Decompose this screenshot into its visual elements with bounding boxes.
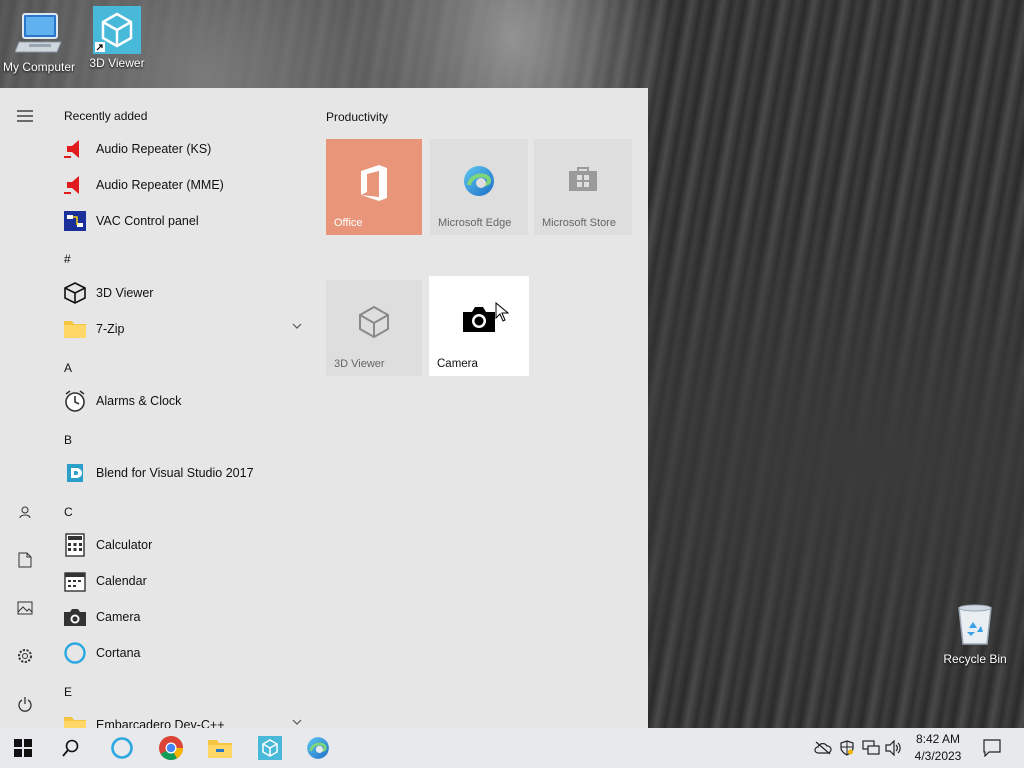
chevron-down-icon[interactable] [292,321,302,331]
chrome-icon[interactable] [148,728,194,768]
app-item-audio-repeater-mme[interactable]: Audio Repeater (MME) [62,169,310,201]
edge-icon[interactable] [295,728,341,768]
start-rail [0,88,50,728]
app-item-alarms-clock[interactable]: Alarms & Clock [62,385,310,417]
documents-icon[interactable] [13,548,37,572]
section-letter[interactable]: C [64,505,73,519]
desktop-icon-label: My Computer [2,60,76,74]
app-item-blend-visual-studio[interactable]: Blend for Visual Studio 2017 [62,457,310,489]
tile-office[interactable]: Office [326,139,422,235]
taskbar-clock[interactable]: 8:42 AM 4/3/2023 [905,731,971,765]
clock-time: 8:42 AM [915,732,961,746]
network-icon[interactable] [860,728,882,768]
app-item-calendar[interactable]: Calendar [62,565,310,597]
cube-icon [326,304,422,344]
app-item-cortana[interactable]: Cortana [62,637,310,669]
desktop-icon-label: 3D Viewer [89,56,145,70]
calendar-icon [62,568,88,594]
office-icon [326,163,422,203]
app-item-audio-repeater-ks[interactable]: Audio Repeater (KS) [62,133,310,165]
clock-date: 4/3/2023 [914,749,962,763]
camera-icon [429,304,529,344]
speaker-red-icon [62,172,88,198]
user-account-icon[interactable] [13,500,37,524]
edge-icon [430,163,528,203]
desktop-icon-recycle-bin[interactable]: Recycle Bin [938,602,1012,666]
cortana-icon [62,640,88,666]
search-icon[interactable] [48,728,94,768]
tile-microsoft-store[interactable]: Microsoft Store [534,139,632,235]
section-letter[interactable]: B [64,433,72,447]
desktop-icon-label: Recycle Bin [943,652,1007,666]
app-item-7-zip[interactable]: 7-Zip [62,313,310,345]
start-menu: Recently added Audio Repeater (KS) Audio… [0,88,648,728]
chevron-down-icon[interactable] [292,717,302,727]
recycle-bin-icon [955,602,995,646]
action-center-notification-icon[interactable] [978,728,1006,768]
cortana-icon[interactable] [99,728,145,768]
tile-group-title[interactable]: Productivity [326,110,388,124]
vac-panel-icon [62,208,88,234]
section-letter[interactable]: E [64,685,72,699]
cube-icon [62,280,88,306]
desktop-icon-3d-viewer[interactable]: 3D Viewer [78,6,156,70]
tile-microsoft-edge[interactable]: Microsoft Edge [430,139,528,235]
pictures-icon[interactable] [13,596,37,620]
desktop-icon-my-computer[interactable]: My Computer [0,10,78,74]
store-bag-icon [534,163,632,203]
section-letter[interactable]: A [64,361,72,375]
app-item-camera[interactable]: Camera [62,601,310,633]
tile-camera[interactable]: Camera [429,276,529,376]
hamburger-menu-icon[interactable] [13,104,37,128]
app-list: Recently added Audio Repeater (KS) Audio… [50,88,310,728]
computer-icon [14,10,63,58]
3d-viewer-icon[interactable] [247,728,293,768]
app-item-3d-viewer[interactable]: 3D Viewer [62,277,310,309]
speaker-red-icon [62,136,88,162]
power-icon[interactable] [13,692,37,716]
settings-gear-icon[interactable] [13,644,37,668]
taskbar: 8:42 AM 4/3/2023 [0,728,1024,768]
security-shield-icon[interactable] [837,728,857,768]
alarm-clock-icon [62,388,88,414]
cube-icon [93,6,141,54]
folder-icon [62,712,88,728]
onedrive-offline-icon[interactable] [813,728,833,768]
folder-icon [62,316,88,342]
mouse-cursor-icon [495,302,509,322]
calculator-icon [62,532,88,558]
camera-icon [62,604,88,630]
blend-icon [62,460,88,486]
recently-added-heading: Recently added [64,109,148,123]
app-item-vac-control-panel[interactable]: VAC Control panel [62,205,310,237]
start-icon[interactable] [0,728,46,768]
volume-icon[interactable] [884,728,904,768]
file-explorer-icon[interactable] [197,728,243,768]
tile-3d-viewer[interactable]: 3D Viewer [326,280,422,376]
app-item-calculator[interactable]: Calculator [62,529,310,561]
section-letter[interactable]: # [64,252,71,266]
app-item-embarcadero-dev-cpp[interactable]: Embarcadero Dev-C++ [62,709,310,728]
